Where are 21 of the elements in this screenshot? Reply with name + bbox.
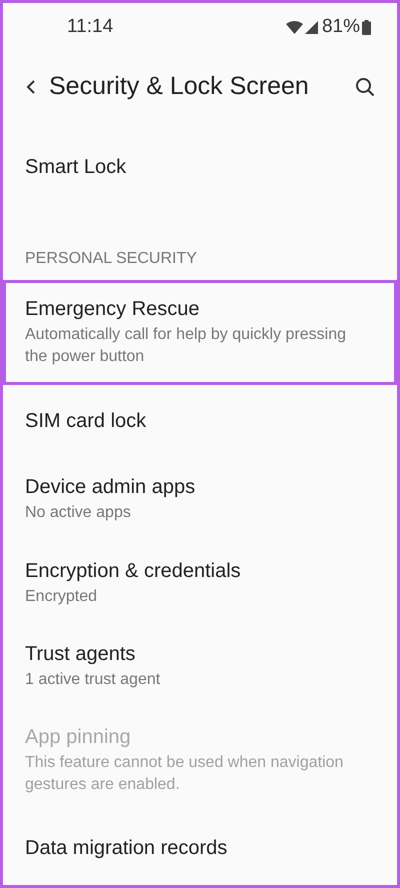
- item-subtitle: Automatically call for help by quickly pressing the power button: [25, 325, 348, 368]
- item-title: App pinning: [25, 724, 132, 750]
- section-header: PERSONAL SECURITY: [24, 249, 198, 270]
- item-title[interactable]: Trust agents: [25, 640, 360, 667]
- item-title[interactable]: SIM card lock: [25, 408, 360, 434]
- item-title[interactable]: Emergency Rescue: [25, 296, 360, 322]
- item-title[interactable]: Smart Lock: [25, 154, 360, 180]
- screen-title: Security & Lock Screen: [49, 70, 309, 102]
- item-title[interactable]: Data migration records: [25, 835, 360, 862]
- battery-icon: [362, 20, 371, 36]
- battery-percent: 81%: [322, 15, 360, 40]
- back-icon: [26, 78, 36, 95]
- item-subtitle: Encrypted: [25, 586, 98, 606]
- item-subtitle: This feature cannot be used when navigation gestures are enabled.: [25, 752, 344, 795]
- item-title[interactable]: Encryption & credentials: [25, 558, 360, 584]
- wifi-icon: [286, 21, 303, 34]
- item-subtitle: No active apps: [25, 503, 132, 524]
- signal-icon: [304, 21, 318, 34]
- item-subtitle: 1 active trust agent: [25, 670, 162, 690]
- item-title[interactable]: Device admin apps: [25, 474, 360, 500]
- status-time: 11:14: [67, 15, 114, 40]
